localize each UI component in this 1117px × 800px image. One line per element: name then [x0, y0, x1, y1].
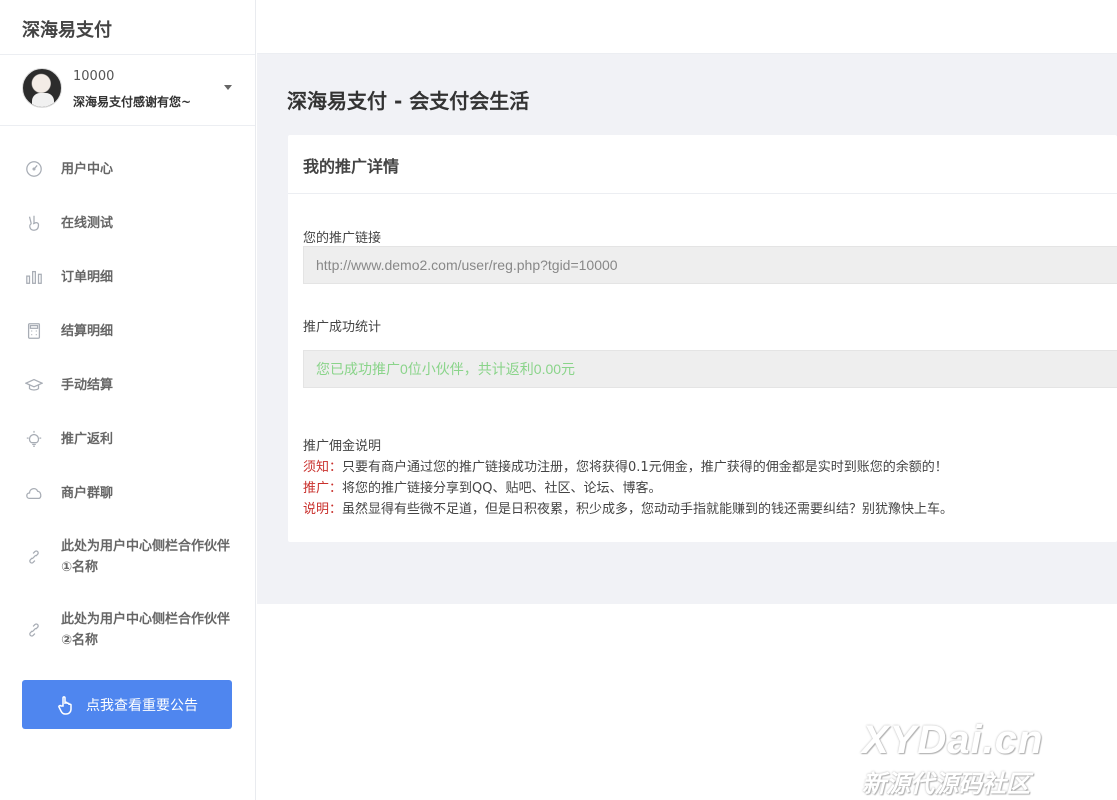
- sidebar-item-label: 结算明细: [61, 323, 114, 339]
- desc-key: 推广：: [303, 481, 343, 496]
- app-root: 深海易支付 10000 深海易支付感谢有您~ 用户中心 在线测试 订单明细 结算…: [0, 0, 1117, 800]
- link-icon: [24, 620, 44, 640]
- sidebar-item-label: 推广返利: [61, 431, 114, 447]
- cloud-icon: [24, 483, 44, 503]
- desc-text: 虽然显得有些微不足道，但是日积夜累，积少成多，您动动手指就能赚到的钱还需要纠结？…: [342, 502, 954, 517]
- sidebar-item-online-test[interactable]: 在线测试: [0, 196, 255, 250]
- sidebar-item-label: 在线测试: [61, 215, 114, 231]
- desc-text: 将您的推广链接分享到QQ、贴吧、社区、论坛、博客。: [342, 481, 662, 496]
- user-id: 10000: [73, 69, 115, 84]
- sidebar-item-orders[interactable]: 订单明细: [0, 250, 255, 304]
- graduation-cap-icon: [24, 375, 44, 395]
- watermark-logo: XYDai.cn: [862, 718, 1044, 762]
- avatar[interactable]: [22, 68, 62, 108]
- user-profile[interactable]: 10000 深海易支付感谢有您~: [0, 55, 255, 126]
- link-icon: [24, 547, 44, 567]
- desc-line-promote: 推广：将您的推广链接分享到QQ、贴吧、社区、论坛、博客。: [303, 477, 661, 496]
- hand-pointer-icon: [58, 695, 72, 715]
- referral-stats-field: 您已成功推广0位小伙伴，共计返利0.00元: [303, 350, 1117, 388]
- sidebar: 深海易支付 10000 深海易支付感谢有您~ 用户中心 在线测试 订单明细 结算…: [0, 0, 256, 800]
- main-content: 深海易支付 - 会支付会生活 我的推广详情 您的推广链接 http://www.…: [257, 54, 1117, 604]
- card-title: 我的推广详情: [288, 135, 1117, 194]
- sidebar-item-label: 订单明细: [61, 269, 114, 285]
- dashboard-icon: [24, 159, 44, 179]
- watermark-subtitle: 新源代源码社区: [862, 770, 1030, 798]
- top-bar: [257, 0, 1117, 54]
- sidebar-item-manual-settlement[interactable]: 手动结算: [0, 358, 255, 412]
- user-name: 深海易支付感谢有您~: [73, 95, 192, 109]
- referral-link-field[interactable]: http://www.demo2.com/user/reg.php?tgid=1…: [303, 246, 1117, 284]
- desc-text: 只要有商户通过您的推广链接成功注册，您将获得0.1元佣金，推广获得的佣金都是实时…: [342, 460, 948, 475]
- chevron-down-icon[interactable]: [224, 85, 232, 90]
- notice-button[interactable]: 点我查看重要公告: [22, 680, 232, 729]
- brand-title: 深海易支付: [0, 0, 255, 55]
- bar-chart-icon: [24, 267, 44, 287]
- sidebar-item-label: 商户群聊: [61, 485, 114, 501]
- referral-stats-label: 推广成功统计: [303, 320, 382, 335]
- page-title: 深海易支付 - 会支付会生活: [287, 89, 530, 113]
- desc-key: 须知：: [303, 460, 343, 475]
- sidebar-item-label: 此处为用户中心侧栏合作伙伴①名称: [61, 538, 231, 575]
- sidebar-item-referral[interactable]: 推广返利: [0, 412, 255, 466]
- sidebar-item-partner-2[interactable]: 此处为用户中心侧栏合作伙伴②名称: [0, 593, 255, 666]
- sidebar-nav: 用户中心 在线测试 订单明细 结算明细 手动结算 推广返利 商户群聊 此处为用户…: [0, 126, 255, 666]
- sidebar-item-label: 手动结算: [61, 377, 114, 393]
- desc-key: 说明：: [303, 502, 343, 517]
- desc-line-notice: 须知：只要有商户通过您的推广链接成功注册，您将获得0.1元佣金，推广获得的佣金都…: [303, 456, 948, 475]
- desc-line-explain: 说明：虽然显得有些微不足道，但是日积夜累，积少成多，您动动手指就能赚到的钱还需要…: [303, 498, 953, 517]
- calculator-icon: [24, 321, 44, 341]
- sidebar-item-partner-1[interactable]: 此处为用户中心侧栏合作伙伴①名称: [0, 520, 255, 593]
- sidebar-item-settlements[interactable]: 结算明细: [0, 304, 255, 358]
- sidebar-item-user-center[interactable]: 用户中心: [0, 142, 255, 196]
- sidebar-item-merchant-chat[interactable]: 商户群聊: [0, 466, 255, 520]
- lightbulb-icon: [24, 429, 44, 449]
- referral-link-label: 您的推广链接: [303, 231, 382, 246]
- notice-button-label: 点我查看重要公告: [86, 697, 198, 714]
- hand-peace-icon: [24, 213, 44, 233]
- commission-desc-title: 推广佣金说明: [303, 439, 382, 454]
- referral-card: 我的推广详情 您的推广链接 http://www.demo2.com/user/…: [288, 135, 1117, 542]
- sidebar-item-label: 用户中心: [61, 161, 114, 177]
- sidebar-item-label: 此处为用户中心侧栏合作伙伴②名称: [61, 611, 231, 648]
